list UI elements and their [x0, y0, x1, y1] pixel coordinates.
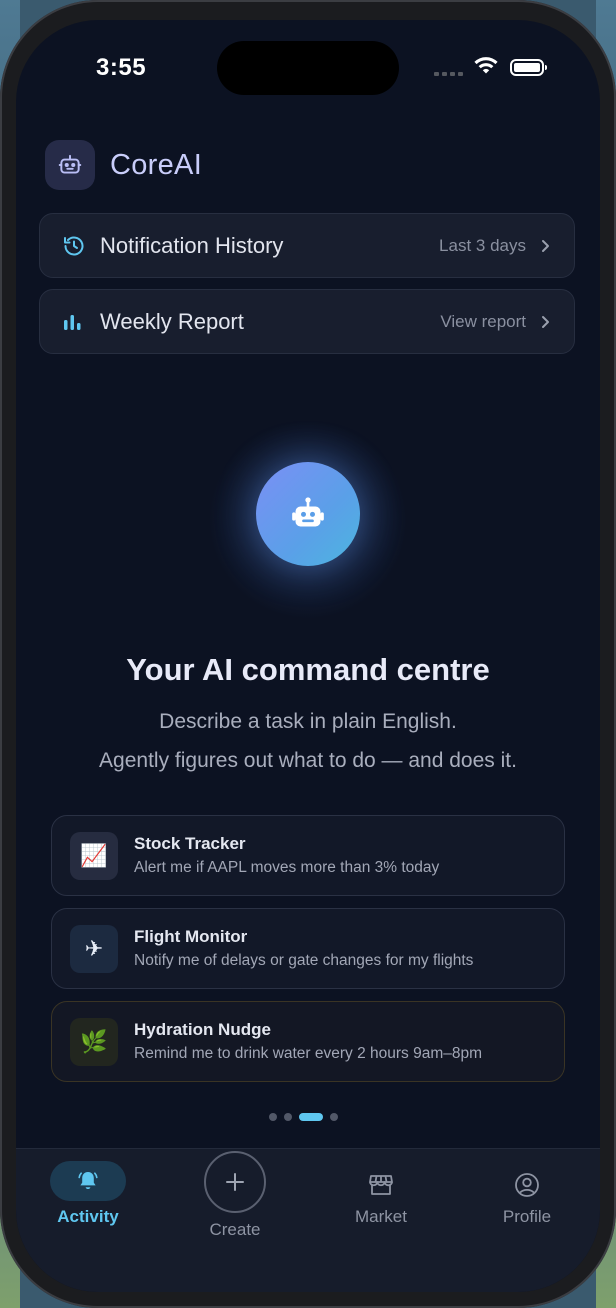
store-icon — [361, 1169, 401, 1201]
app-header: CoreAI — [45, 140, 202, 190]
app-name: CoreAI — [110, 148, 203, 181]
page-dot[interactable] — [330, 1113, 338, 1121]
hero-title: Your AI command centre — [126, 652, 490, 687]
dynamic-island — [217, 41, 399, 95]
bell-icon — [50, 1161, 126, 1201]
page-dot[interactable] — [284, 1113, 292, 1121]
suggestion-card-hydration-nudge[interactable]: 🌿 Hydration Nudge Remind me to drink wat… — [51, 1001, 565, 1082]
notification-history-meta: Last 3 days — [439, 235, 526, 255]
tab-label: Market — [355, 1207, 407, 1226]
page-indicator[interactable] — [269, 1113, 338, 1121]
page-dot[interactable] — [269, 1113, 277, 1121]
notification-history-card[interactable]: Notification History Last 3 days — [39, 213, 575, 278]
tab-label: Activity — [57, 1207, 119, 1226]
wifi-icon — [474, 57, 498, 74]
suggestion-description: Alert me if AAPL moves more than 3% toda… — [134, 859, 440, 876]
phone-frame: 3:55 CoreAI Notification History Last 3 … — [0, 0, 616, 1308]
tab-profile[interactable]: Profile — [467, 1149, 587, 1227]
weekly-report-card[interactable]: Weekly Report View report — [39, 289, 575, 354]
suggestion-card-flight-monitor[interactable]: ✈ Flight Monitor Notify me of delays or … — [51, 908, 565, 989]
airplane-icon: ✈ — [70, 924, 118, 973]
notification-history-title: Notification History — [100, 232, 284, 258]
hero-subtitle-line2: Agently figures out what to do — and doe… — [99, 749, 517, 772]
hero-subtitle-line1: Describe a task in plain English. — [159, 710, 457, 733]
robot-logo-icon — [45, 140, 95, 190]
chart-up-icon: 📈 — [70, 831, 118, 880]
robot-icon — [256, 462, 360, 566]
history-icon — [62, 234, 92, 258]
user-circle-icon — [507, 1169, 547, 1201]
herb-icon: 🌿 — [70, 1017, 118, 1066]
suggestion-description: Notify me of delays or gate changes for … — [134, 952, 474, 969]
tab-label: Profile — [502, 1207, 552, 1226]
tab-label: Create — [209, 1220, 261, 1239]
suggestion-title: Flight Monitor — [134, 927, 248, 946]
suggestion-title: Hydration Nudge — [134, 1020, 271, 1039]
status-time: 3:55 — [96, 54, 147, 81]
tab-bar: Activity Create Market Profile — [16, 1148, 600, 1292]
chevron-right-icon — [540, 315, 550, 329]
screen: 3:55 CoreAI Notification History Last 3 … — [16, 20, 600, 1292]
tab-create[interactable]: Create — [175, 1149, 295, 1240]
plus-icon — [204, 1151, 266, 1213]
page-dot-active[interactable] — [299, 1113, 323, 1121]
suggestion-title: Stock Tracker — [134, 834, 246, 853]
weekly-report-title: Weekly Report — [100, 308, 244, 334]
suggestion-description: Remind me to drink water every 2 hours 9… — [134, 1045, 483, 1062]
cellular-signal-icon — [434, 72, 463, 76]
tab-activity[interactable]: Activity — [28, 1149, 148, 1227]
weekly-report-meta: View report — [440, 311, 526, 331]
chevron-right-icon — [540, 239, 550, 253]
suggestion-card-stock-tracker[interactable]: 📈 Stock Tracker Alert me if AAPL moves m… — [51, 815, 565, 896]
tab-market[interactable]: Market — [321, 1149, 441, 1227]
battery-icon — [510, 59, 547, 76]
bar-chart-icon — [62, 312, 92, 332]
